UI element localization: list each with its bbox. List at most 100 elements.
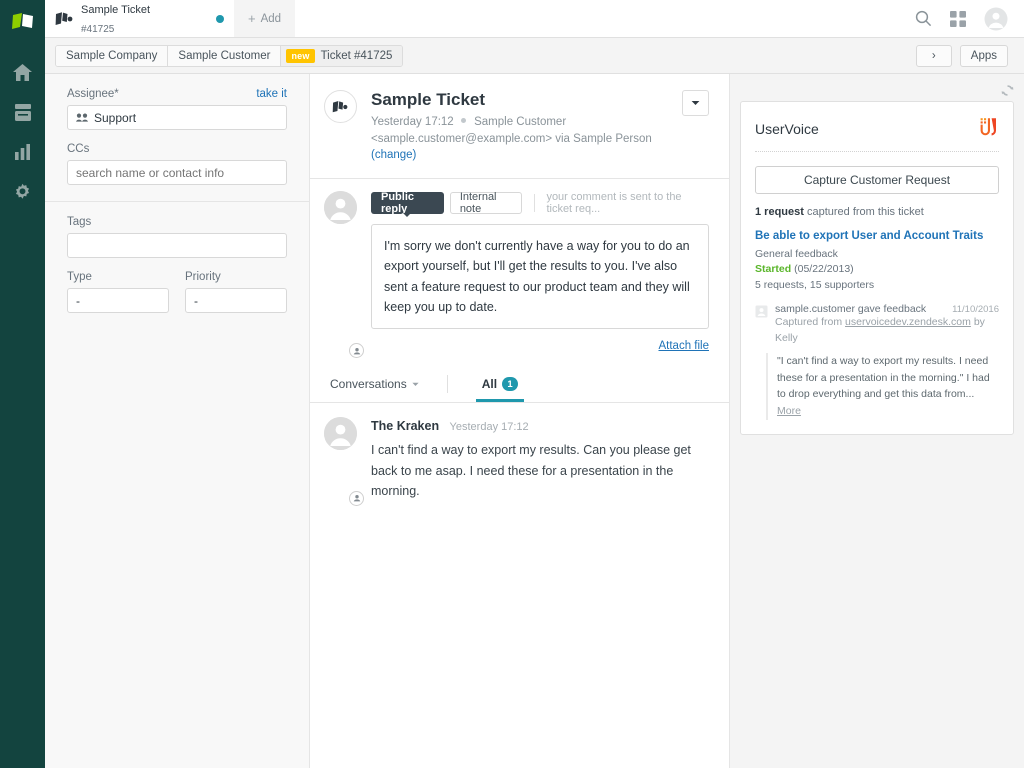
sidebar-item-home[interactable]	[0, 52, 45, 92]
group-icon	[76, 111, 88, 125]
ticket-icon	[55, 11, 74, 27]
apps-button[interactable]: Apps	[960, 45, 1008, 67]
tags-input[interactable]	[67, 233, 287, 258]
properties-section-secondary: Tags Type - Priority	[45, 202, 309, 329]
type-priority-row: Type - Priority -	[67, 271, 287, 313]
ticket-requester: Sample Customer	[474, 116, 566, 128]
uservoice-header: UserVoice	[755, 116, 999, 152]
tab-conversations[interactable]: Conversations	[324, 366, 425, 402]
open-ticket-tab[interactable]: Sample Ticket #41725	[45, 0, 234, 37]
message-header: The Kraken Yesterday 17:12	[371, 417, 709, 435]
tab-internal-note[interactable]: Internal note	[450, 192, 522, 214]
page-title: Sample Ticket	[371, 90, 668, 110]
idea-title-link[interactable]: Be able to export User and Account Trait…	[755, 229, 999, 245]
list-item: The Kraken Yesterday 17:12 I can't find …	[310, 403, 729, 502]
tab-all-label: All	[482, 377, 497, 391]
ticket-brand-avatar	[324, 90, 357, 123]
feedback-captured-by: Kelly	[775, 332, 798, 344]
priority-label-row: Priority	[185, 271, 287, 283]
uservoice-app-card: UserVoice Capture Cu	[740, 101, 1014, 435]
ticket-email-via: <sample.customer@example.com> via Sample…	[371, 133, 652, 145]
primary-nav-rail	[0, 0, 45, 768]
priority-label: Priority	[185, 271, 221, 283]
feedback-more-link[interactable]: More	[777, 405, 801, 417]
requester-avatar	[324, 417, 357, 450]
captured-request-count: 1 request captured from this ticket	[755, 206, 999, 218]
breadcrumb-item-company[interactable]: Sample Company	[56, 46, 168, 66]
reply-textarea[interactable]: I'm sorry we don't currently have a way …	[371, 224, 709, 329]
ticket-conversation-pane: Sample Ticket Yesterday 17:12 Sample Cus…	[310, 74, 730, 768]
attach-file-link[interactable]: Attach file	[659, 340, 710, 352]
zendesk-logo-icon[interactable]	[9, 8, 37, 36]
sidebar-item-admin[interactable]	[0, 172, 45, 212]
agent-role-badge-icon	[349, 343, 364, 358]
tab-all[interactable]: All 1	[476, 366, 524, 402]
feedback-captured-suffix: by	[971, 316, 985, 328]
breadcrumb-item-customer[interactable]: Sample Customer	[168, 46, 281, 66]
conversation-tabs: Conversations All 1	[310, 366, 729, 402]
captured-request-count-strong: 1 request	[755, 206, 804, 218]
feedback-content: sample.customer gave feedback 11/10/2016…	[775, 303, 999, 420]
add-tab-label: Add	[261, 13, 281, 25]
breadcrumb-ticket-label: Ticket #41725	[321, 50, 393, 62]
ticket-tab-title: Sample Ticket	[81, 4, 150, 16]
search-icon[interactable]	[915, 10, 932, 27]
tab-public-reply[interactable]: Public reply	[371, 192, 444, 214]
type-label-row: Type	[67, 271, 169, 283]
capture-customer-request-button[interactable]: Capture Customer Request	[755, 166, 999, 194]
ccs-input[interactable]	[67, 160, 287, 185]
avatar[interactable]	[984, 7, 1008, 31]
composer-channel-tabs: Public reply Internal note your comment …	[371, 191, 709, 215]
apps-panel-toolbar	[740, 84, 1014, 101]
ticket-header-texts: Sample Ticket Yesterday 17:12 Sample Cus…	[371, 90, 668, 164]
app-root: Sample Ticket #41725 + Add	[0, 0, 1024, 768]
conversation-tabs-divider	[447, 375, 448, 393]
breadcrumb: Sample Company Sample Customer new Ticke…	[55, 45, 403, 67]
ticket-tab-texts: Sample Ticket #41725	[81, 0, 209, 37]
assignee-label: Assignee*	[67, 88, 119, 100]
tags-field-group: Tags	[67, 216, 287, 258]
feedback-item: sample.customer gave feedback 11/10/2016…	[755, 303, 999, 420]
next-ticket-button[interactable]: ›	[916, 45, 952, 67]
message-body: The Kraken Yesterday 17:12 I can't find …	[371, 417, 709, 502]
properties-section-primary: Assignee* take it	[45, 74, 309, 202]
breadcrumb-item-ticket[interactable]: new Ticket #41725	[281, 46, 402, 66]
assignee-label-row: Assignee* take it	[67, 88, 287, 100]
refresh-icon[interactable]	[1001, 84, 1014, 97]
products-grid-icon[interactable]	[950, 11, 966, 27]
feedback-author: sample.customer gave feedback	[775, 303, 946, 315]
apps-panel: UserVoice Capture Cu	[730, 74, 1024, 768]
type-field-group: Type -	[67, 271, 169, 313]
take-it-link[interactable]: take it	[256, 88, 287, 100]
bar-chart-icon	[14, 143, 32, 161]
plus-icon: +	[248, 11, 256, 26]
tags-label-row: Tags	[67, 216, 287, 228]
feedback-header: sample.customer gave feedback 11/10/2016	[775, 303, 999, 315]
ticket-options-button[interactable]	[682, 90, 709, 116]
channel-divider	[534, 194, 535, 212]
views-icon	[14, 103, 32, 122]
top-bar: Sample Ticket #41725 + Add	[45, 0, 1024, 38]
ccs-field-group: CCs	[67, 143, 287, 185]
priority-field-group: Priority -	[185, 271, 287, 313]
priority-select[interactable]: -	[185, 288, 287, 313]
assignee-input[interactable]: Support	[67, 105, 287, 130]
feedback-source-link[interactable]: uservoicedev.zendesk.com	[845, 316, 971, 328]
add-tab-button[interactable]: + Add	[234, 0, 295, 37]
meta-separator-dot	[461, 118, 466, 123]
assignee-field-group: Assignee* take it	[67, 88, 287, 130]
type-select[interactable]: -	[67, 288, 169, 313]
sidebar-item-reporting[interactable]	[0, 132, 45, 172]
message-author: The Kraken	[371, 419, 439, 433]
change-requester-link[interactable]: (change)	[371, 149, 416, 161]
breadcrumb-actions: › Apps	[916, 45, 1008, 67]
attach-row: Attach file	[371, 336, 709, 354]
ticket-tab-subtitle: #41725	[81, 24, 114, 35]
type-label: Type	[67, 271, 92, 283]
unsaved-changes-dot	[216, 15, 224, 23]
ticket-header: Sample Ticket Yesterday 17:12 Sample Cus…	[310, 74, 729, 178]
captured-request-count-rest: captured from this ticket	[804, 206, 924, 218]
sidebar-item-views[interactable]	[0, 92, 45, 132]
uservoice-title: UserVoice	[755, 121, 819, 137]
ticket-properties-panel: Assignee* take it	[45, 74, 310, 768]
